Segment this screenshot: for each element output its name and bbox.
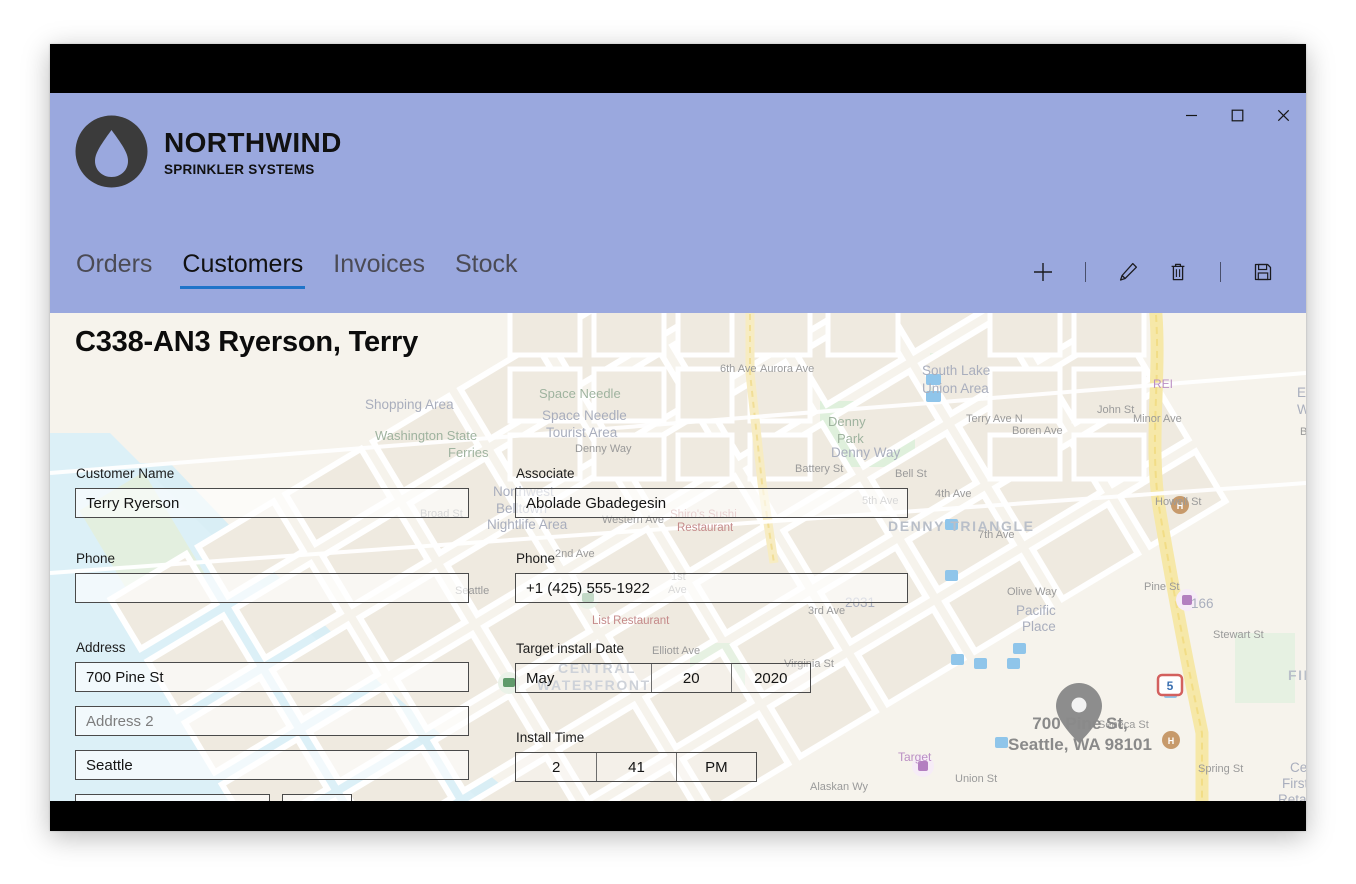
- record-toolbar: [1018, 251, 1288, 293]
- tab-stock[interactable]: Stock: [453, 249, 520, 289]
- app-titlebar: NORTHWIND SPRINKLER SYSTEMS Orders Custo…: [50, 93, 1306, 313]
- tab-invoices[interactable]: Invoices: [331, 249, 427, 289]
- pencil-icon: [1119, 262, 1138, 281]
- customer-form: C338-AN3 Ryerson, Terry Customer Name Te…: [50, 313, 1306, 801]
- address-state-value: WA: [293, 801, 317, 802]
- phone-right-label: Phone: [516, 551, 556, 566]
- address-state-select[interactable]: WA: [282, 794, 352, 801]
- desktop-frame: NORTHWIND SPRINKLER SYSTEMS Orders Custo…: [50, 44, 1306, 831]
- plus-icon: [1034, 263, 1052, 281]
- minimize-icon: [1185, 114, 1197, 116]
- address-line2-input[interactable]: Address 2: [75, 706, 469, 736]
- water-drop-logo: [74, 114, 149, 189]
- install-time-picker[interactable]: 2 41 PM: [515, 752, 757, 782]
- address-label: Address: [76, 640, 126, 655]
- floppy-disk-icon: [1254, 263, 1272, 281]
- date-month-segment[interactable]: May: [516, 664, 651, 692]
- nav-tabs: Orders Customers Invoices Stock: [74, 249, 520, 290]
- trash-icon: [1171, 263, 1185, 281]
- tab-orders[interactable]: Orders: [74, 249, 154, 289]
- target-install-date-picker[interactable]: May 20 2020: [515, 663, 811, 693]
- brand-subtitle: SPRINKLER SYSTEMS: [164, 161, 315, 177]
- target-install-date-label: Target install Date: [516, 641, 625, 656]
- toolbar-separator-2: [1220, 262, 1221, 282]
- minimize-button[interactable]: [1168, 93, 1214, 137]
- address-zip-input[interactable]: 98101: [75, 794, 270, 801]
- date-year-segment[interactable]: 2020: [730, 664, 811, 692]
- customer-name-label: Customer Name: [76, 466, 175, 481]
- close-icon: [1277, 109, 1289, 121]
- save-button[interactable]: [1238, 251, 1288, 293]
- delete-button[interactable]: [1153, 251, 1203, 293]
- address-city-input[interactable]: Seattle: [75, 750, 469, 780]
- install-time-label: Install Time: [516, 730, 585, 745]
- toolbar-separator-1: [1085, 262, 1086, 282]
- close-button[interactable]: [1260, 93, 1306, 137]
- time-hour-segment[interactable]: 2: [516, 753, 596, 781]
- maximize-icon: [1231, 109, 1243, 121]
- tab-customers[interactable]: Customers: [180, 249, 306, 290]
- associate-input[interactable]: Abolade Gbadegesin: [515, 488, 908, 518]
- customer-name-input[interactable]: Terry Ryerson: [75, 488, 469, 518]
- time-meridiem-segment[interactable]: PM: [675, 753, 756, 781]
- window-controls: [1168, 93, 1306, 137]
- date-day-segment[interactable]: 20: [651, 664, 731, 692]
- northwind-app-window: NORTHWIND SPRINKLER SYSTEMS Orders Custo…: [50, 93, 1306, 801]
- top-black-bar: [50, 44, 1306, 93]
- main-navbar: Orders Customers Invoices Stock: [50, 245, 1306, 307]
- customer-detail-pane: H H 5 Space NeedleSpace NeedleTourist: [50, 313, 1306, 801]
- maximize-button[interactable]: [1214, 93, 1260, 137]
- associate-label: Associate: [516, 466, 575, 481]
- brand-block: NORTHWIND SPRINKLER SYSTEMS: [74, 114, 342, 189]
- add-button[interactable]: [1018, 251, 1068, 293]
- brand-title: NORTHWIND: [164, 127, 342, 159]
- phone-left-input[interactable]: [75, 573, 469, 603]
- time-minute-segment[interactable]: 41: [596, 753, 675, 781]
- phone-left-label: Phone: [76, 551, 116, 566]
- phone-right-input[interactable]: +1 (425) 555-1922: [515, 573, 908, 603]
- address-line1-input[interactable]: 700 Pine St: [75, 662, 469, 692]
- page-title: C338-AN3 Ryerson, Terry: [75, 326, 419, 358]
- screen-root: NORTHWIND SPRINKLER SYSTEMS Orders Custo…: [0, 0, 1356, 884]
- brand-text: NORTHWIND SPRINKLER SYSTEMS: [164, 126, 342, 177]
- edit-button[interactable]: [1103, 251, 1153, 293]
